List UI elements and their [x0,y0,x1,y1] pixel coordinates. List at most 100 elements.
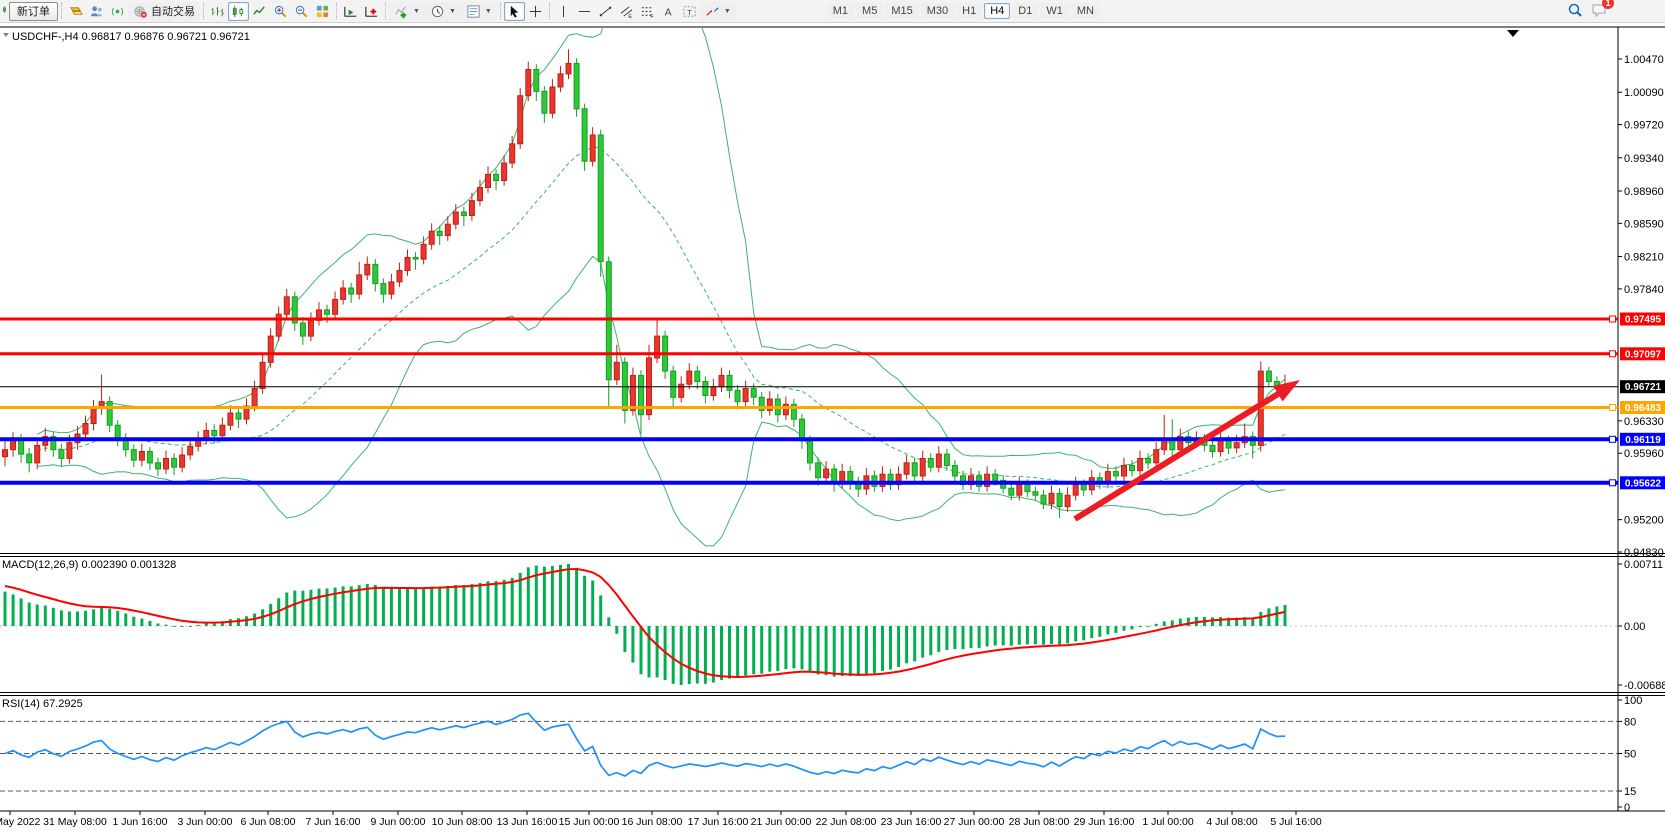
macd-histogram-bar [704,626,707,684]
autotrading-button[interactable]: 自动交易 [128,2,200,21]
cursor-icon[interactable] [504,2,525,21]
market-watch-icon[interactable] [65,2,86,21]
timeframe-m15[interactable]: M15 [885,3,918,19]
candle-body [574,63,579,109]
new-order-button[interactable]: 新订单 [9,2,58,21]
macd-histogram-bar [1018,626,1021,645]
text-label-icon[interactable]: T [679,2,700,21]
candle-body [236,413,241,419]
crosshair-icon[interactable] [525,2,546,21]
chat-badge: 1 [1602,0,1614,9]
rsi-axis-label: 15 [1624,786,1636,798]
level-line-anchor[interactable] [1610,480,1616,486]
tile-windows-icon[interactable] [312,2,333,21]
templates-button[interactable]: ▼ [461,2,497,21]
macd-histogram-bar [986,626,989,646]
line-chart-icon[interactable] [249,2,270,21]
search-icon[interactable] [1567,2,1583,21]
text-icon[interactable]: A [658,2,679,21]
channel-icon[interactable]: E [616,2,637,21]
macd-histogram-bar [640,626,643,674]
navigator-icon[interactable] [86,2,107,21]
macd-histogram-bar [1171,620,1174,626]
macd-histogram-bar [760,626,763,674]
macd-histogram-bar [599,595,602,626]
zoom-out-icon[interactable] [291,2,312,21]
candle-body [566,63,571,74]
time-axis-label: 28 Jun 08:00 [1009,816,1070,828]
candle-body [469,201,474,216]
level-line-anchor[interactable] [1610,405,1616,411]
chart-shift-marker-icon[interactable] [1507,30,1519,37]
timeframe-m5[interactable]: M5 [856,3,883,19]
auto-scroll-icon[interactable] [340,2,361,21]
chat-icon[interactable]: 1 [1591,2,1607,21]
timeframe-h1[interactable]: H1 [956,3,982,19]
macd-histogram-bar [100,608,103,626]
price-tag-label: 0.96119 [1625,435,1661,446]
macd-histogram-bar [189,626,192,627]
candle-body [373,264,378,283]
toolbar-separator [549,3,550,19]
macd-histogram-bar [116,611,119,626]
timeframe-m30[interactable]: M30 [921,3,954,19]
macd-histogram-bar [1284,605,1287,626]
time-axis-label: 17 Jun 16:00 [688,816,749,828]
macd-histogram-bar [607,617,610,626]
macd-histogram-bar [648,626,651,678]
macd-histogram-bar [76,612,79,627]
candle-body [695,371,700,382]
periods-button[interactable]: ▼ [425,2,461,21]
candle-body [405,257,410,270]
macd-histogram-bar [543,567,546,626]
candle-body [453,212,458,224]
zoom-in-icon[interactable] [270,2,291,21]
macd-histogram-bar [527,567,530,626]
signal-icon[interactable] [107,2,128,21]
level-line-anchor[interactable] [1610,316,1616,322]
horizontal-line-icon[interactable] [574,2,595,21]
macd-histogram-bar [1131,626,1134,629]
timeframe-h4[interactable]: H4 [984,3,1010,19]
candle-body [437,231,442,235]
candlestick-chart-icon[interactable] [228,2,249,21]
candle-body [1138,459,1143,471]
timeframe-d1[interactable]: D1 [1012,3,1038,19]
timeframe-w1[interactable]: W1 [1040,3,1069,19]
level-line-anchor[interactable] [1610,436,1616,442]
candle-body [413,257,418,259]
timeframe-mn[interactable]: MN [1071,3,1100,19]
fibonacci-icon[interactable]: F [637,2,658,21]
rsi-axis-label: 0 [1624,802,1630,814]
candle-body [284,297,289,315]
bar-chart-icon[interactable] [207,2,228,21]
candle-body [131,450,136,461]
timeframe-m1[interactable]: M1 [827,3,854,19]
candle-body [735,390,740,401]
candle-body [107,402,112,426]
macd-histogram-bar [197,625,200,626]
autotrading-icon [133,4,148,19]
macd-histogram-bar [752,626,755,674]
chart-shift-icon[interactable] [361,2,382,21]
vertical-line-icon[interactable] [553,2,574,21]
macd-histogram-bar [929,626,932,655]
time-axis-label: 31 May 08:00 [43,816,107,828]
indicators-button[interactable]: ▼ [389,2,425,21]
chart-area[interactable]: 1.004701.000900.997200.993400.989600.985… [0,23,1665,833]
level-line-anchor[interactable] [1610,351,1616,357]
chart-menu-arrow-icon[interactable] [3,33,9,37]
toolbar-separator [61,3,62,19]
macd-histogram-bar [1114,626,1117,633]
macd-histogram-bar [672,626,675,684]
templates-icon [466,4,481,19]
candle-body [1057,493,1062,506]
shapes-button[interactable]: ▼ [700,2,736,21]
trendline-icon[interactable] [595,2,616,21]
trend-arrow[interactable] [1075,391,1283,519]
price-axis-label: 0.98960 [1624,186,1664,198]
macd-signal-line [5,569,1285,677]
macd-histogram-bar [366,584,369,626]
macd-histogram-bar [132,617,135,626]
price-tag-label: 0.97097 [1625,349,1662,360]
